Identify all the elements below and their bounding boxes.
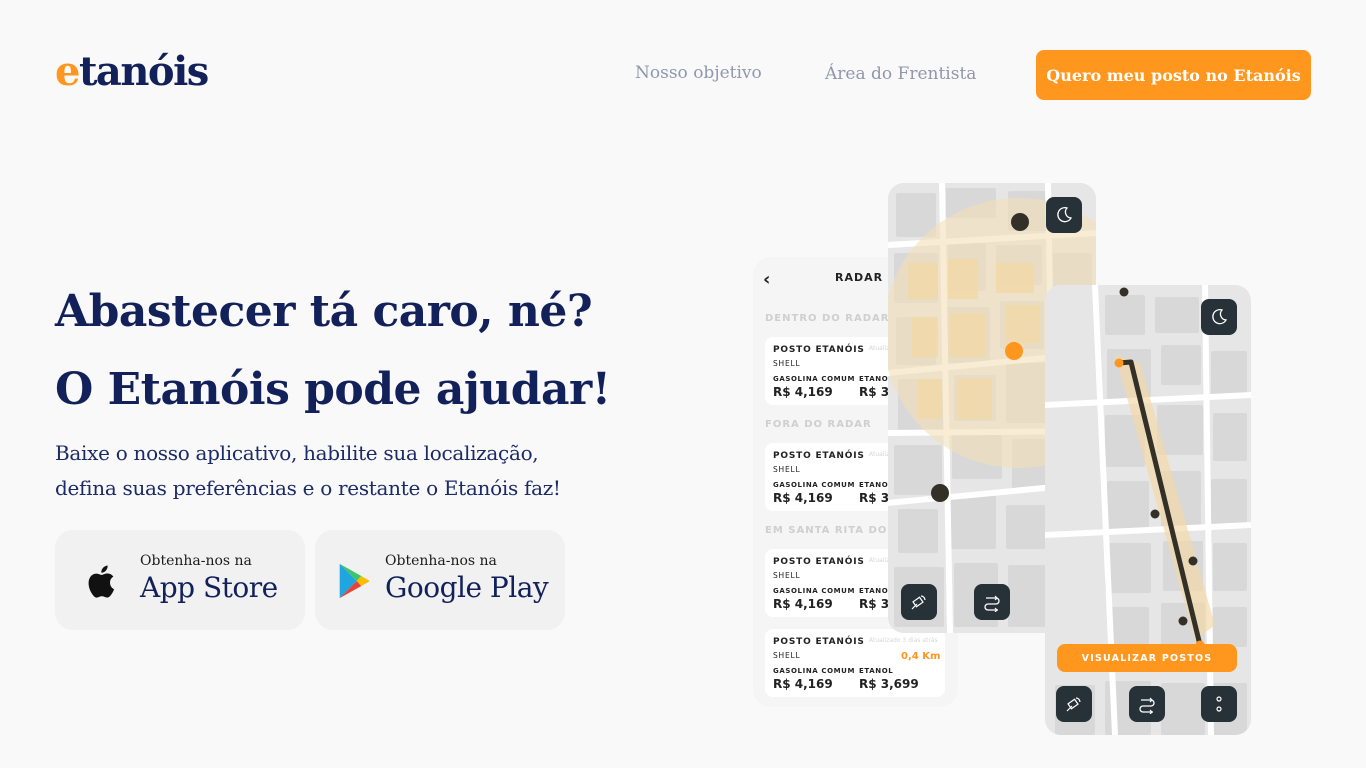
app-store-big-label: App Store [140,571,278,604]
back-chevron-icon: ‹ [763,269,771,290]
fuel-price: R$ 4,169 [773,491,833,505]
station-card: POSTO ETANÓIS SHELL Atualizado 3 dias at… [765,629,945,697]
fuel-label: GASOLINA COMUM [773,481,856,489]
moon-icon[interactable] [1201,299,1237,335]
section-fora-do-radar: FORA DO RADAR [765,419,872,430]
visualizar-postos-button[interactable]: VISUALIZAR POSTOS [1057,644,1237,672]
nav-area-do-frentista[interactable]: Área do Frentista [825,64,976,84]
nav-nosso-objetivo[interactable]: Nosso objetivo [635,63,762,83]
fuel-price: R$ 3,699 [859,677,919,691]
hero-title-line2: O Etanóis pode ajudar! [55,364,611,415]
google-play-icon [339,563,370,599]
route-icon[interactable] [974,584,1010,620]
fuel-label: GASOLINA COMUM [773,667,856,675]
fuel-price: R$ 4,169 [773,385,833,399]
apple-icon [88,565,115,598]
section-em-santa-rita: EM SANTA RITA DO [765,525,888,536]
satellite-icon[interactable] [901,584,937,620]
fuel-price: R$ 4,169 [773,597,833,611]
satellite-icon[interactable] [1056,686,1092,722]
section-dentro-do-radar: DENTRO DO RADAR [765,313,890,324]
app-mockup-map-route: VISUALIZAR POSTOS [1045,285,1251,735]
station-distance: 0,4 Km [901,651,941,662]
hero-lead: Baixe o nosso aplicativo, habilite sua l… [55,436,615,506]
fuel-label: ETANOL [859,667,894,675]
fuel-label: GASOLINA COMUM [773,375,856,383]
station-name: POSTO ETANÓIS [773,557,865,567]
station-brand: SHELL [773,651,801,660]
station-brand: SHELL [773,571,801,580]
hero-title-line1: Abastecer tá caro, né? [55,286,593,337]
station-brand: SHELL [773,359,801,368]
route-icon[interactable] [1129,686,1165,722]
google-play-small-label: Obtenha-nos na [385,553,497,569]
cta-quero-meu-posto-button[interactable]: Quero meu posto no Etanóis [1036,50,1311,100]
google-play-button[interactable]: Obtenha-nos na Google Play [315,530,565,630]
station-name: POSTO ETANÓIS [773,451,865,461]
station-name: POSTO ETANÓIS [773,345,865,355]
hero-lead-line2: defina suas preferências e o restante o … [55,476,561,500]
etanois-logo[interactable]: etanóis [55,52,209,92]
google-play-big-label: Google Play [385,571,549,604]
station-updated: Atualizado 3 dias atrás [869,637,938,644]
fuel-label: GASOLINA COMUM [773,587,856,595]
app-store-button[interactable]: Obtenha-nos na App Store [55,530,305,630]
fuel-price: R$ 4,169 [773,677,833,691]
more-icon[interactable] [1201,686,1237,722]
station-brand: SHELL [773,465,801,474]
app-store-small-label: Obtenha-nos na [140,553,252,569]
radar-screen-title: RADAR [835,271,884,284]
moon-icon[interactable] [1046,197,1082,233]
station-name: POSTO ETANÓIS [773,637,865,647]
hero-lead-line1: Baixe o nosso aplicativo, habilite sua l… [55,441,539,465]
